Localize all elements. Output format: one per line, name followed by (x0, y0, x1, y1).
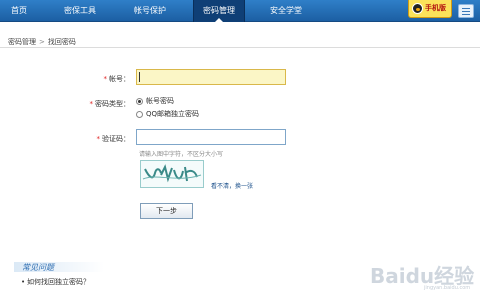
faq-item-link[interactable]: 如何找回独立密码？ (27, 277, 90, 287)
qq-penguin-icon (412, 3, 423, 14)
radio-qqmail-password[interactable] (136, 110, 143, 118)
baidu-watermark-url: jingyan.baidu.com (424, 285, 471, 291)
breadcrumb: 密码管理 > 找回密码 (8, 37, 76, 47)
account-input[interactable] (136, 69, 286, 85)
faq-bullet-icon: • (21, 278, 26, 286)
text-caret (139, 72, 140, 82)
radio-qqmail-password-label: QQ邮箱独立密码 (146, 110, 200, 118)
captcha-input[interactable] (136, 129, 286, 145)
nav-item-security-school[interactable]: 安全学堂 (258, 0, 314, 22)
menu-icon[interactable] (458, 4, 474, 18)
mobile-version-label: 手机版 (425, 3, 446, 12)
captcha-refresh: 看不清，换一张 (211, 181, 253, 190)
breadcrumb-root[interactable]: 密码管理 (8, 38, 36, 46)
required-star: * (96, 135, 101, 143)
breadcrumb-separator: > (39, 38, 45, 46)
required-star: * (89, 100, 94, 108)
captcha-hint: 请输入图中字符，不区分大小写 (139, 151, 224, 158)
captcha-image[interactable] (140, 160, 204, 188)
nav-item-account-protection[interactable]: 帐号保护 (120, 0, 180, 22)
captcha-refresh-text: 看不清， (211, 183, 236, 190)
breadcrumb-current: 找回密码 (47, 38, 76, 46)
captcha-glyphs (142, 164, 202, 183)
radio-account-password[interactable] (136, 97, 143, 105)
radio-account-password-label: 帐号密码 (146, 97, 174, 105)
faq-title: 常见问题 (22, 263, 54, 272)
nav-item-security-tools[interactable]: 密保工具 (52, 0, 108, 22)
top-nav-bar: 首页 密保工具 帐号保护 密码管理 安全学堂 手机版 (0, 0, 480, 22)
next-step-button[interactable]: 下一步 (140, 203, 193, 219)
divider (0, 47, 480, 48)
password-type-option-qqmail[interactable]: QQ邮箱独立密码 (136, 109, 199, 119)
password-type-label: * 密码类型： (50, 99, 131, 109)
nav-item-home[interactable]: 首页 (4, 0, 34, 22)
password-type-option-account[interactable]: 帐号密码 (136, 96, 174, 106)
captcha-refresh-link[interactable]: 换一张 (235, 183, 253, 190)
captcha-label-text: 验证码： (102, 135, 130, 143)
captcha-label: * 验证码： (50, 134, 131, 144)
required-star: * (103, 75, 108, 83)
account-label-text: 帐号： (109, 75, 130, 83)
mobile-version-logo[interactable]: 手机版 (408, 0, 452, 18)
password-type-label-text: 密码类型： (95, 100, 130, 108)
nav-item-password-management[interactable]: 密码管理 (193, 0, 245, 22)
account-label: * 帐号： (50, 74, 131, 84)
